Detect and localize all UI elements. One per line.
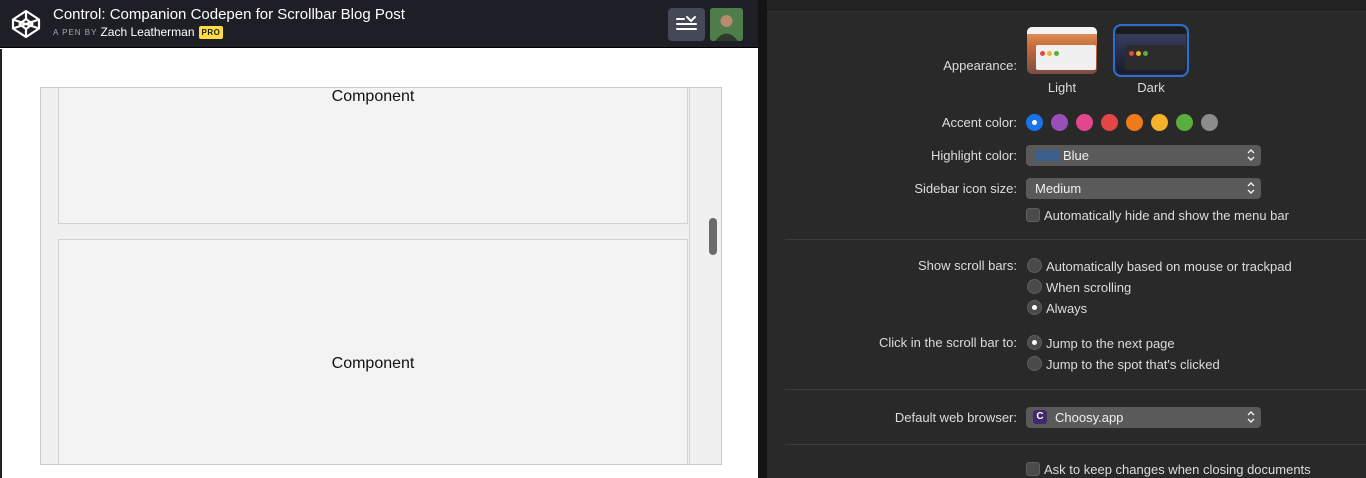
pen-byline: A PEN BY Zach Leatherman PRO: [53, 25, 224, 39]
section-divider: [785, 389, 1366, 390]
pen-by-prefix: A PEN BY: [53, 27, 98, 37]
thumb-dot: [1136, 51, 1141, 56]
ask-keep-changes-label[interactable]: Ask to keep changes when closing documen…: [1044, 462, 1311, 477]
prefs-toolbar: [767, 0, 1366, 10]
avatar-image: [710, 8, 743, 41]
default-browser-value: Choosy.app: [1055, 410, 1124, 425]
sidebar-icon-size-label: Sidebar icon size:: [914, 181, 1017, 196]
accent-swatch-pink[interactable]: [1076, 114, 1093, 131]
default-browser-popup[interactable]: C Choosy.app: [1026, 407, 1261, 428]
click-scroll-bar-label: Click in the scroll bar to:: [879, 335, 1017, 350]
component-label: Component: [331, 355, 415, 372]
accent-swatch-orange[interactable]: [1126, 114, 1143, 131]
accent-swatch-red[interactable]: [1101, 114, 1118, 131]
highlight-swatch: [1035, 150, 1059, 161]
appearance-light-label: Light: [1047, 80, 1077, 95]
jump-next-page-label[interactable]: Jump to the next page: [1046, 336, 1175, 351]
thumb-dot: [1143, 51, 1148, 56]
highlight-color-label: Highlight color:: [931, 148, 1017, 163]
thumb-dot: [1047, 51, 1052, 56]
thumb-dot: [1040, 51, 1045, 56]
pen-author-link[interactable]: Zach Leatherman: [100, 25, 194, 39]
appearance-dark-label: Dark: [1137, 80, 1165, 95]
pen-title[interactable]: Control: Companion Codepen for Scrollbar…: [53, 6, 405, 23]
scroll-auto-radio[interactable]: [1027, 258, 1042, 273]
menu-bar-checkbox[interactable]: [1026, 208, 1040, 222]
pro-badge: PRO: [198, 25, 224, 39]
scroll-always-radio[interactable]: [1027, 300, 1042, 315]
change-view-button[interactable]: [668, 8, 705, 41]
choosy-app-icon: C: [1033, 410, 1047, 424]
accent-swatch-purple[interactable]: [1051, 114, 1068, 131]
component-box: Component: [58, 239, 688, 464]
accent-swatch-blue[interactable]: [1026, 114, 1043, 131]
codepen-window: Control: Companion Codepen for Scrollbar…: [0, 0, 758, 478]
chevron-updown-icon: [1247, 182, 1255, 194]
pen-preview-area: Component Component: [0, 49, 758, 478]
scroll-when-scrolling-radio[interactable]: [1027, 279, 1042, 294]
chevron-updown-icon: [1247, 411, 1255, 423]
thumb-dot: [1054, 51, 1059, 56]
component-label: Component: [331, 88, 415, 105]
thumb-menubar: [1027, 27, 1097, 34]
menu-bar-checkbox-label[interactable]: Automatically hide and show the menu bar: [1044, 208, 1289, 223]
sidebar-icon-size-popup[interactable]: Medium: [1026, 178, 1261, 199]
sidebar-icon-size-value: Medium: [1035, 181, 1082, 196]
component-box: Component: [58, 88, 688, 224]
highlight-color-value: Blue: [1063, 148, 1090, 163]
appearance-light-option[interactable]: [1027, 27, 1097, 74]
thumb-dot: [1129, 51, 1134, 56]
view-toggle-icon: [676, 16, 697, 30]
thumb-window: [1036, 45, 1096, 70]
ask-keep-changes-checkbox[interactable]: [1026, 462, 1040, 476]
codepen-header: Control: Companion Codepen for Scrollbar…: [0, 0, 758, 48]
appearance-label: Appearance:: [943, 58, 1017, 73]
appearance-dark-option[interactable]: [1113, 24, 1189, 77]
highlight-color-popup[interactable]: Blue: [1026, 145, 1261, 166]
user-avatar[interactable]: [710, 8, 743, 41]
scrollbar-track[interactable]: [689, 88, 721, 464]
accent-color-label: Accent color:: [941, 115, 1017, 130]
scroll-when-scrolling-label[interactable]: When scrolling: [1046, 280, 1131, 295]
show-scroll-bars-label: Show scroll bars:: [918, 258, 1017, 273]
section-divider: [785, 444, 1366, 445]
jump-to-spot-label[interactable]: Jump to the spot that's clicked: [1046, 357, 1220, 372]
general-preferences-window: Appearance: Light Dark Accent color: Hig…: [767, 0, 1366, 478]
default-browser-label: Default web browser:: [894, 410, 1017, 425]
accent-swatch-green[interactable]: [1176, 114, 1193, 131]
section-divider: [785, 239, 1366, 240]
scroll-auto-label[interactable]: Automatically based on mouse or trackpad: [1046, 259, 1292, 274]
window-divider: [758, 0, 767, 478]
accent-swatch-graphite[interactable]: [1201, 114, 1218, 131]
jump-to-spot-radio[interactable]: [1027, 356, 1042, 371]
scroll-always-label[interactable]: Always: [1046, 301, 1087, 316]
thumb-window: [1125, 45, 1185, 70]
codepen-logo-icon[interactable]: [10, 8, 42, 40]
scroll-container[interactable]: Component Component: [40, 87, 722, 465]
thumb-menubar: [1116, 27, 1186, 34]
chevron-updown-icon: [1247, 149, 1255, 161]
accent-swatch-yellow[interactable]: [1151, 114, 1168, 131]
jump-next-page-radio[interactable]: [1027, 335, 1042, 350]
scrollbar-thumb[interactable]: [709, 218, 717, 255]
